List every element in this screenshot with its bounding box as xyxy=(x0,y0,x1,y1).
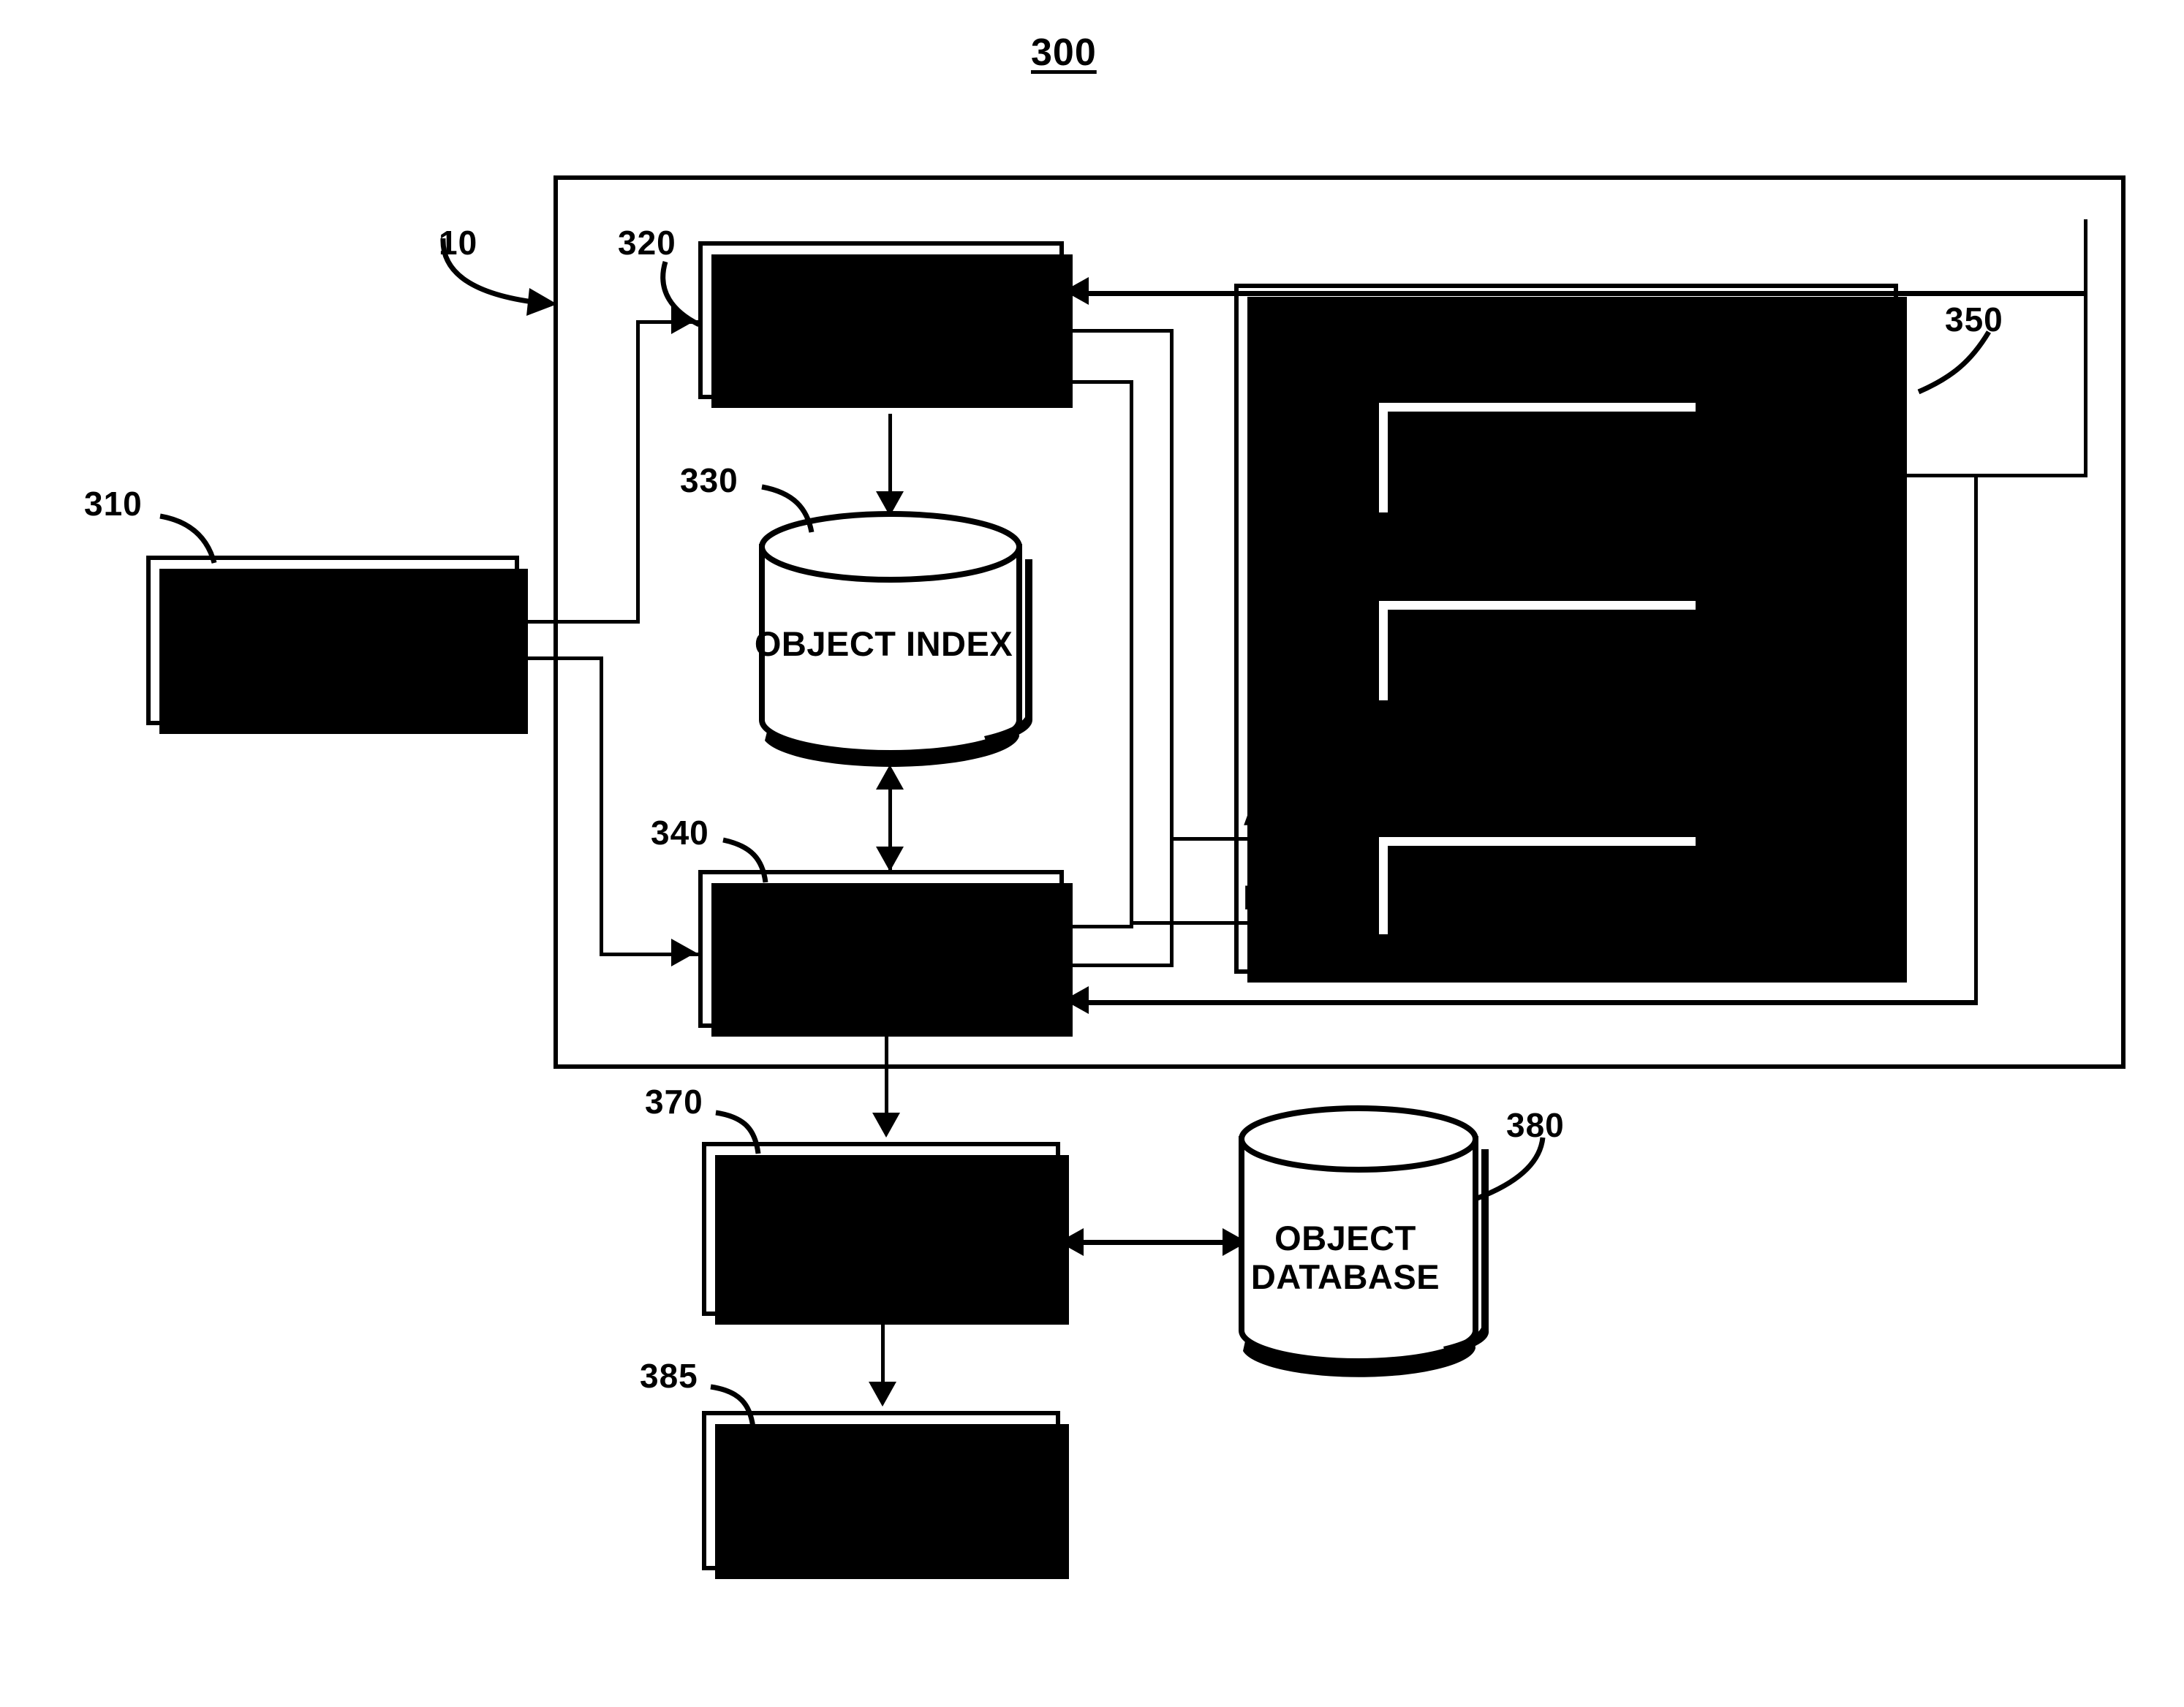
figure-number: 300 xyxy=(1031,31,1097,74)
multiplexer-box[interactable]: MULTIPLEXER xyxy=(1375,833,1709,947)
wire-branch-down-to-classifier xyxy=(600,656,603,956)
wire-fetcher-to-retrieved xyxy=(881,1316,885,1389)
entropy-estimator-label-line2: ESTIMATOR xyxy=(1440,457,1635,494)
arrow-fetcher-to-retrieved xyxy=(869,1382,896,1407)
signal-label-encoder-in-b: B xyxy=(1627,761,1652,800)
leader-380 xyxy=(1470,1135,1554,1211)
wire-clustering-out-a xyxy=(1064,329,1174,333)
object-fetcher-label-line1: OBJECT xyxy=(810,1189,952,1229)
entropy-estimator-label-line1: ENTROPY xyxy=(1456,420,1619,458)
arrow-into-classifier xyxy=(671,939,696,966)
wire-classifier-out-a-up xyxy=(1170,837,1174,966)
leader-360 xyxy=(1690,588,1775,665)
leader-370 xyxy=(713,1110,793,1172)
retrieved-object-label-line2: OBJECT xyxy=(810,1490,952,1529)
wire-feedback-to-classifier xyxy=(1086,1000,1978,1005)
wire-mux-to-encoder-ab xyxy=(1535,722,1539,833)
encoder-box[interactable]: ENCODER xyxy=(1375,597,1709,714)
source-object-label-line1: SOURCE xyxy=(257,601,408,640)
leader-355 xyxy=(1698,800,1782,881)
wire-feedback-to-clustering xyxy=(1086,291,2087,296)
wire-entropy-out-right xyxy=(1700,474,2087,477)
leader-340 xyxy=(720,837,801,899)
classifier-module-label-line2: MODULE xyxy=(805,948,957,987)
signal-label-encoder-in-a: A xyxy=(1375,761,1399,800)
leader-350 xyxy=(1908,329,1996,409)
leader-385 xyxy=(708,1384,788,1446)
arrow-classifier-to-object-fetcher xyxy=(872,1113,900,1138)
clustering-module-box[interactable]: CLUSTERING MODULE xyxy=(698,241,1073,408)
encoder-label-line1: ENCODER xyxy=(1454,631,1621,669)
ref-numeral-10: 10 xyxy=(439,224,478,262)
wire-entropy-rail-up xyxy=(2084,219,2087,477)
leader-320 xyxy=(657,257,737,338)
ref-numeral-380: 380 xyxy=(1506,1106,1565,1144)
wire-source-to-bottom-branch xyxy=(519,656,603,660)
wire-clustering-to-object-index xyxy=(888,414,892,501)
leader-310 xyxy=(157,512,252,578)
object-database-label-line2: DATABASE xyxy=(1250,1257,1440,1296)
wire-clustering-out-a-down xyxy=(1170,329,1174,841)
wire-source-to-top-branch xyxy=(519,620,640,624)
wire-branch-up-to-clustering xyxy=(636,320,640,623)
wire-clustering-out-b-down xyxy=(1130,380,1133,925)
ref-numeral-310: 310 xyxy=(84,485,143,523)
object-database-cylinder[interactable]: OBJECT DATABASE xyxy=(1227,1097,1490,1377)
wire-mux-to-encoder-b xyxy=(1667,722,1671,833)
signal-label-encoder-in-ab: A,B xyxy=(1459,739,1518,778)
wire-clustering-out-b xyxy=(1064,380,1133,384)
leader-330 xyxy=(759,484,847,546)
object-fetcher-label-line2: FETCHER xyxy=(798,1228,964,1267)
ref-numeral-320: 320 xyxy=(618,224,676,262)
signal-label-encoder-in-ba: B,A xyxy=(1459,785,1518,824)
wire-encoder-to-entropy xyxy=(1535,541,1539,603)
arrow-b-into-multiplexer xyxy=(1345,907,1370,935)
object-index-label-line2: INDEX xyxy=(906,624,1013,663)
ref-numeral-385: 385 xyxy=(640,1357,698,1395)
multiplexer-label-line1: MULTIPLEXER xyxy=(1420,866,1655,904)
classifier-module-label-line1: CLASSIFIER xyxy=(777,909,986,949)
object-index-label-line1: OBJECT xyxy=(754,624,896,663)
ref-numeral-340: 340 xyxy=(651,814,709,852)
ref-numeral-330: 330 xyxy=(680,461,738,499)
object-similarity-module-title: OBJECT SIMILARITY MODULE xyxy=(1323,298,1813,336)
source-object-box[interactable]: SOURCE OBJECT xyxy=(146,556,528,734)
wire-fetcher-to-database xyxy=(1075,1240,1236,1245)
leader-365 xyxy=(1682,389,1769,469)
arrow-down-to-classifier xyxy=(876,847,904,871)
wire-classifier-out-a xyxy=(1064,964,1174,967)
wire-mux-to-encoder-a xyxy=(1406,722,1410,833)
signal-label-mux-in-a: A xyxy=(1243,794,1268,833)
ref-numeral-365: 365 xyxy=(1715,360,1773,398)
clustering-module-label-line2: MODULE xyxy=(805,319,957,358)
ref-numeral-360: 360 xyxy=(1726,560,1784,598)
ref-numeral-350: 350 xyxy=(1945,300,2003,338)
wire-classifier-to-object-fetcher xyxy=(885,1028,888,1123)
entropy-estimator-box[interactable]: ENTROPY ESTIMATOR xyxy=(1375,398,1709,526)
patent-figure-300: 300 OBJECT SIMILARITY MODULE SOURCE OBJE… xyxy=(0,0,2184,1707)
ref-numeral-370: 370 xyxy=(645,1083,703,1121)
wire-classifier-out-b xyxy=(1064,925,1133,928)
clustering-module-label-line1: CLUSTERING xyxy=(767,281,995,320)
ref-numeral-355: 355 xyxy=(1733,772,1791,810)
signal-label-mux-in-b: B xyxy=(1243,878,1268,917)
wire-entropy-rail-down xyxy=(1974,474,1978,1002)
source-object-label-line2: OBJECT xyxy=(262,640,404,678)
arrow-a-into-multiplexer xyxy=(1345,823,1370,851)
object-database-label-line1: OBJECT xyxy=(1274,1219,1416,1257)
retrieved-object-label-line1: RETRIEVED xyxy=(781,1451,981,1491)
